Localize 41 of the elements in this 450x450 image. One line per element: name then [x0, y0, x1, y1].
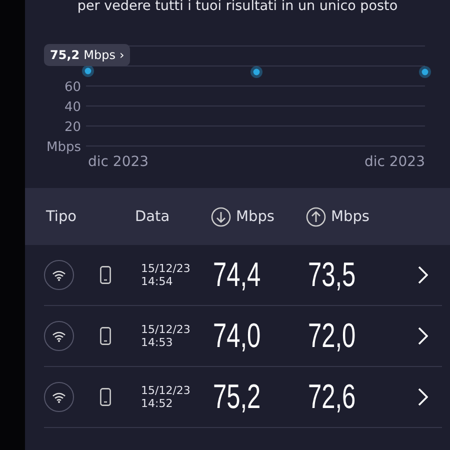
wifi-icon — [52, 392, 66, 402]
data-point[interactable] — [250, 66, 262, 78]
upload-value: 72,6 — [308, 378, 357, 416]
date-text: 15/12/23 — [141, 384, 192, 397]
time-text: 14:54 — [141, 275, 174, 288]
column-header: Mbps — [331, 208, 370, 224]
result-row[interactable]: 15/12/23 14:52 75,2 72,6 — [44, 367, 442, 428]
phone-icon — [100, 388, 111, 406]
axis-label: 20 — [64, 120, 81, 135]
result-row[interactable]: 15/12/23 14:53 74,0 72,0 — [44, 306, 442, 367]
phone-icon — [100, 327, 111, 345]
time-text: 14:52 — [141, 397, 174, 410]
axis-label: dic 2023 — [364, 154, 425, 170]
column-header: Tipo — [46, 208, 77, 224]
wifi-icon — [52, 330, 66, 342]
axis-label: dic 2023 — [88, 154, 149, 170]
axis-label: 60 — [64, 80, 81, 95]
upload-value: 73,5 — [308, 256, 357, 294]
time-text: 14:53 — [141, 336, 174, 349]
date-text: 15/12/23 — [141, 262, 192, 275]
chevron-right-icon[interactable] — [418, 388, 428, 406]
column-header: Mbps — [236, 208, 274, 224]
phone-icon — [100, 266, 111, 284]
axis-unit: Mbps — [46, 140, 81, 155]
data-point[interactable] — [82, 65, 94, 77]
column-header: Data — [135, 208, 170, 224]
download-value: 74,0 — [213, 316, 262, 356]
chevron-right-icon[interactable] — [418, 327, 428, 345]
subtitle-text: per vedere tutti i tuoi risultati in un unico posto — [76, 0, 399, 16]
result-row[interactable]: 15/12/23 14:54 74,4 73,5 — [44, 245, 442, 306]
date-text: 15/12/23 — [141, 323, 192, 336]
axis-label: 40 — [64, 100, 81, 115]
download-icon — [211, 206, 231, 226]
chevron-right-icon[interactable] — [418, 266, 428, 284]
value-tooltip[interactable]: 75,2 Mbps › — [44, 44, 130, 66]
download-value: 75,2 — [213, 378, 262, 416]
download-value: 74,4 — [213, 256, 262, 294]
upload-icon — [306, 206, 326, 226]
wifi-icon — [52, 270, 66, 280]
data-point[interactable] — [419, 66, 431, 78]
upload-value: 72,0 — [308, 316, 357, 356]
